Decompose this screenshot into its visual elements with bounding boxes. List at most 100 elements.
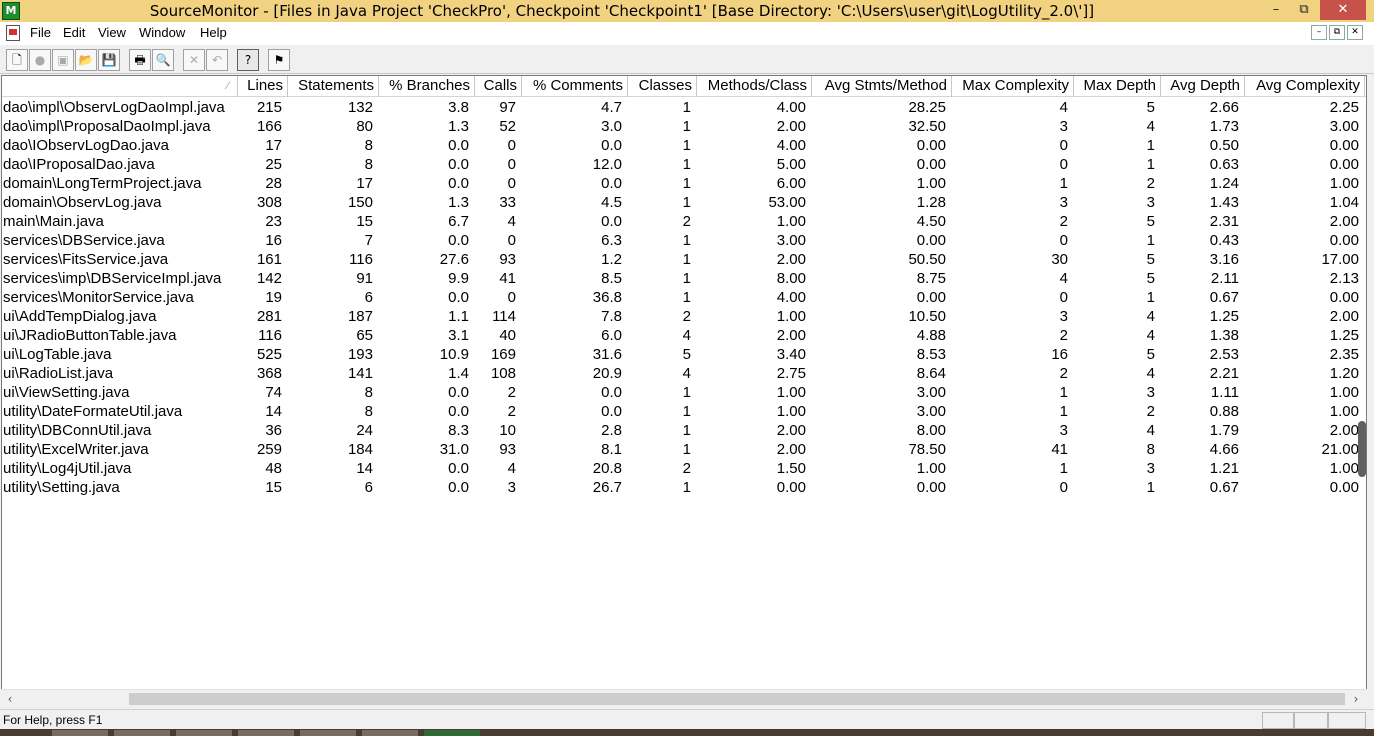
file-metrics-table[interactable]: ∕ Lines Statements % Branches Calls % Co… (1, 75, 1367, 708)
table-row[interactable]: dao\impl\ObservLogDaoImpl.java 215 132 3.8 9… (2, 98, 1366, 117)
table-row[interactable]: utility\DateFormateUtil.java 14 8 0.0 2 0.0 1 1… (2, 402, 1366, 421)
column-header-max-complexity[interactable]: Max Complexity (952, 76, 1074, 97)
delete-icon[interactable]: ✕ (183, 49, 205, 71)
menu-window[interactable]: Window (139, 25, 185, 41)
column-header-comments[interactable]: % Comments (522, 76, 628, 97)
cell-branches: 3.1 (448, 327, 469, 344)
cell-avg-complexity: 1.25 (1329, 327, 1359, 344)
column-header-statements[interactable]: Statements (288, 76, 379, 97)
document-icon[interactable] (6, 25, 20, 41)
cell-avg-stmts-method: 8.64 (916, 365, 946, 382)
cell-classes: 4 (682, 327, 691, 344)
table-row[interactable]: domain\ObservLog.java 308 150 1.3 33 4.5 1 53.0… (2, 193, 1366, 212)
column-header-lines[interactable]: Lines (238, 76, 288, 97)
menu-help[interactable]: Help (200, 25, 227, 41)
cell-max-complexity: 2 (1059, 327, 1068, 344)
table-row[interactable]: services\FitsService.java 161 116 27.6 93 1.2… (2, 250, 1366, 269)
cell-statements: 6 (364, 479, 373, 496)
cell-branches: 10.9 (439, 346, 469, 363)
cell-file-name: dao\impl\ObservLogDaoImpl.java (3, 99, 225, 116)
open-icon[interactable]: 📂 (75, 49, 97, 71)
scroll-thumb[interactable] (129, 693, 1345, 705)
help-icon[interactable]: ? (237, 49, 259, 71)
taskbar-button[interactable] (238, 730, 294, 736)
cell-avg-complexity: 1.00 (1329, 175, 1359, 192)
column-header-avg-stmts-method[interactable]: Avg Stmts/Method (812, 76, 952, 97)
table-row[interactable]: ui\LogTable.java 525 193 10.9 169 31.6 5 3.40 8.… (2, 345, 1366, 364)
checkpoints-icon[interactable]: ▣ (52, 49, 74, 71)
column-header-avg-depth[interactable]: Avg Depth (1161, 76, 1245, 97)
table-row[interactable]: utility\Setting.java 15 6 0.0 3 26.7 1 0.00 0.00… (2, 478, 1366, 497)
cell-max-depth: 4 (1146, 422, 1155, 439)
save-icon[interactable]: 💾 (98, 49, 120, 71)
cell-max-depth: 5 (1146, 346, 1155, 363)
cell-max-complexity: 4 (1059, 270, 1068, 287)
menu-file[interactable]: File (30, 25, 51, 41)
column-header-max-depth[interactable]: Max Depth (1074, 76, 1161, 97)
mdi-close-button[interactable]: ✕ (1347, 25, 1363, 40)
table-row[interactable]: main\Main.java 23 15 6.7 4 0.0 2 1.00 4.50 2 5 2.31… (2, 212, 1366, 231)
taskbar-button-active[interactable] (424, 730, 480, 736)
cell-max-depth: 1 (1146, 232, 1155, 249)
context-help-icon[interactable]: ⚑ (268, 49, 290, 71)
cell-methods-class: 4.00 (776, 99, 806, 116)
cell-classes: 2 (682, 308, 691, 325)
cell-lines: 17 (265, 137, 282, 154)
table-row[interactable]: dao\IProposalDao.java 25 8 0.0 0 12.0 1 5.00 0.0… (2, 155, 1366, 174)
maximize-button[interactable]: ⧉ (1290, 0, 1318, 20)
cell-max-depth: 4 (1146, 118, 1155, 135)
table-row[interactable]: utility\Log4jUtil.java 48 14 0.0 4 20.8 2 1.50 1… (2, 459, 1366, 478)
scroll-indicator[interactable] (1358, 421, 1366, 477)
cell-file-name: main\Main.java (3, 213, 104, 230)
column-header-calls[interactable]: Calls (475, 76, 522, 97)
taskbar-button[interactable] (362, 730, 418, 736)
minimize-button[interactable]: – (1262, 0, 1290, 20)
print-icon[interactable]: 🖶 (129, 49, 151, 71)
table-row[interactable]: domain\LongTermProject.java 28 17 0.0 0 0.0 1 6… (2, 174, 1366, 193)
cell-branches: 0.0 (448, 289, 469, 306)
taskbar-button[interactable] (52, 730, 108, 736)
print-preview-icon[interactable]: 🔍 (152, 49, 174, 71)
mdi-minimize-button[interactable]: – (1311, 25, 1327, 40)
cell-methods-class: 2.75 (776, 365, 806, 382)
column-header-branches[interactable]: % Branches (379, 76, 475, 97)
table-row[interactable]: services\imp\DBServiceImpl.java 142 91 9.9 4… (2, 269, 1366, 288)
table-row[interactable]: ui\ViewSetting.java 74 8 0.0 2 0.0 1 1.00 3.00 1 3… (2, 383, 1366, 402)
cell-calls: 2 (507, 384, 516, 401)
scroll-right-button[interactable]: › (1347, 690, 1365, 708)
new-icon[interactable]: 🗋 (6, 49, 28, 71)
column-header-classes[interactable]: Classes (628, 76, 697, 97)
scroll-left-button[interactable]: ‹ (1, 690, 19, 708)
table-row[interactable]: utility\ExcelWriter.java 259 184 31.0 93 8.1 1… (2, 440, 1366, 459)
table-row[interactable]: dao\impl\ProposalDaoImpl.java 166 80 1.3 52 3… (2, 117, 1366, 136)
table-row[interactable]: dao\IObservLogDao.java 17 8 0.0 0 0.0 1 4.00 0.0… (2, 136, 1366, 155)
table-row[interactable]: ui\AddTempDialog.java 281 187 1.1 114 7.8 2 1.0… (2, 307, 1366, 326)
undo-icon[interactable]: ↶ (206, 49, 228, 71)
cell-statements: 193 (347, 346, 373, 363)
cell-max-complexity: 1 (1059, 175, 1068, 192)
menu-view[interactable]: View (98, 25, 126, 41)
horizontal-scrollbar[interactable]: ‹ › (1, 689, 1367, 708)
taskbar-button[interactable] (114, 730, 170, 736)
status-pane-2 (1294, 712, 1328, 729)
cell-classes: 1 (682, 137, 691, 154)
taskbar-button[interactable] (300, 730, 356, 736)
table-row[interactable]: services\DBService.java 16 7 0.0 0 6.3 1 3.00 0.… (2, 231, 1366, 250)
table-row[interactable]: utility\DBConnUtil.java 36 24 8.3 10 2.8 1 2.00… (2, 421, 1366, 440)
mdi-restore-button[interactable]: ⧉ (1329, 25, 1345, 40)
table-row[interactable]: ui\JRadioButtonTable.java 116 65 3.1 40 6.0 4 2… (2, 326, 1366, 345)
cell-file-name: domain\LongTermProject.java (3, 175, 202, 192)
cell-avg-stmts-method: 3.00 (916, 384, 946, 401)
taskbar-button[interactable] (176, 730, 232, 736)
cell-branches: 0.0 (448, 460, 469, 477)
cell-lines: 19 (265, 289, 282, 306)
column-header-methods-class[interactable]: Methods/Class (697, 76, 812, 97)
cell-methods-class: 8.00 (776, 270, 806, 287)
table-row[interactable]: ui\RadioList.java 368 141 1.4 108 20.9 4 2.75 8.… (2, 364, 1366, 383)
column-header-name[interactable]: ∕ (2, 76, 238, 97)
table-row[interactable]: services\MonitorService.java 19 6 0.0 0 36.8 1… (2, 288, 1366, 307)
menu-edit[interactable]: Edit (63, 25, 85, 41)
column-header-avg-complexity[interactable]: Avg Complexity (1245, 76, 1365, 97)
close-button[interactable]: ✕ (1320, 0, 1366, 20)
record-icon[interactable]: ● (29, 49, 51, 71)
